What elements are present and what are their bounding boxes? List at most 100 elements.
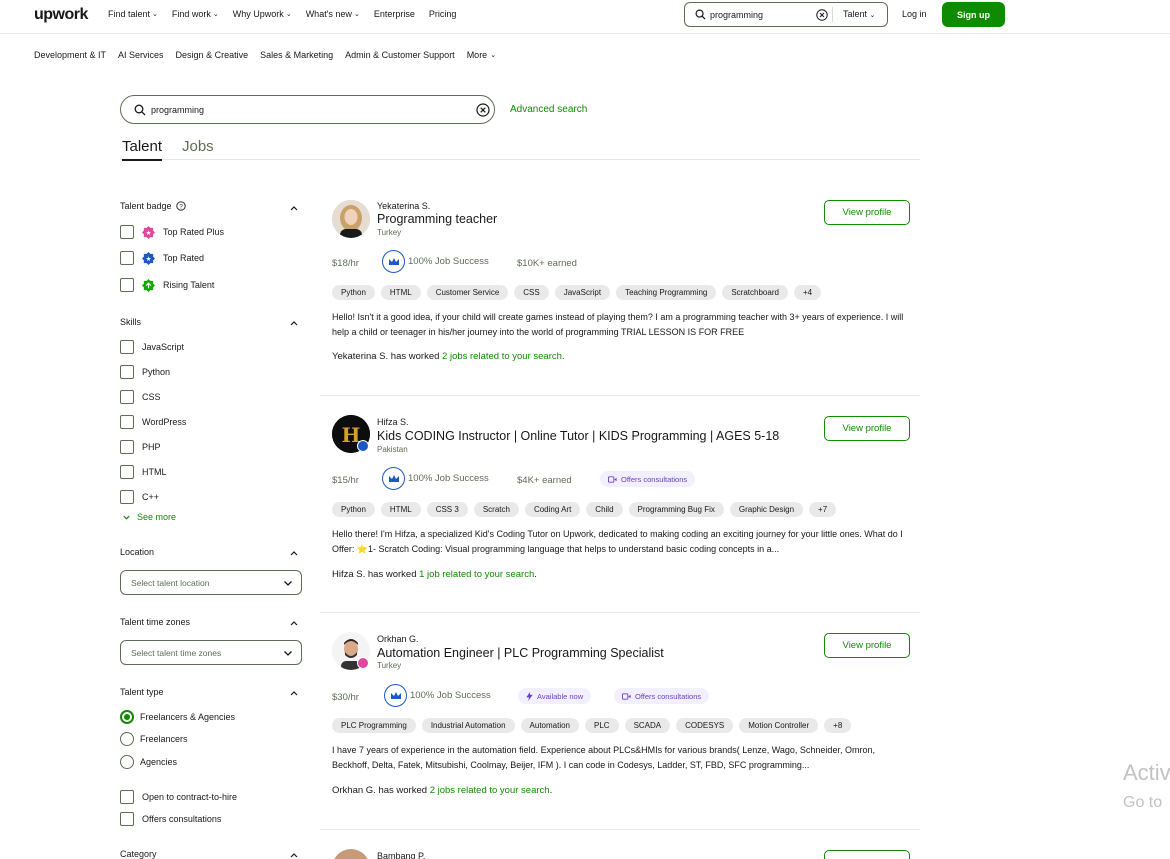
- skill-tag[interactable]: Automation: [520, 718, 579, 733]
- collapse-caret-icon[interactable]: [289, 850, 299, 859]
- radio-button-selected[interactable]: [120, 710, 134, 724]
- skill-tag[interactable]: HTML: [380, 502, 421, 517]
- skill-option[interactable]: CSS: [120, 390, 161, 404]
- skill-tag[interactable]: Python: [332, 285, 375, 300]
- freelancer-card[interactable]: Orkhan G. Automation Engineer | PLC Prog…: [320, 613, 920, 830]
- clear-search-icon[interactable]: [816, 9, 828, 21]
- skill-tag[interactable]: PLC: [585, 718, 619, 733]
- skill-tag[interactable]: SCADA: [624, 718, 671, 733]
- upwork-logo[interactable]: upwork: [34, 6, 88, 24]
- tab-jobs[interactable]: Jobs: [182, 138, 214, 159]
- more-skills-tag[interactable]: +4: [793, 285, 822, 300]
- skill-option[interactable]: PHP: [120, 440, 161, 454]
- related-jobs-link[interactable]: 2 jobs related to your search: [442, 351, 562, 362]
- skill-tag[interactable]: Coding Art: [524, 502, 581, 517]
- badge-option-top-rated[interactable]: ★ Top Rated: [120, 251, 204, 265]
- freelancer-title[interactable]: Programming teacher: [377, 212, 497, 226]
- see-more-skills-link[interactable]: See more: [122, 512, 176, 522]
- checkbox[interactable]: [120, 390, 134, 404]
- checkbox[interactable]: [120, 440, 134, 454]
- checkbox[interactable]: [120, 812, 134, 826]
- badge-option-top-rated-plus[interactable]: ★ Top Rated Plus: [120, 225, 224, 239]
- subnav-ai-services[interactable]: AI Services: [118, 50, 164, 60]
- freelancer-name[interactable]: Yekaterina S.: [377, 201, 430, 211]
- contract-to-hire-option[interactable]: Open to contract-to-hire: [120, 790, 237, 804]
- skill-tag[interactable]: Graphic Design: [729, 502, 804, 517]
- freelancer-title[interactable]: Kids CODING Instructor | Online Tutor | …: [377, 429, 779, 443]
- skill-tag[interactable]: Customer Service: [426, 285, 509, 300]
- skill-option[interactable]: WordPress: [120, 415, 186, 429]
- skill-tag[interactable]: Python: [332, 502, 375, 517]
- checkbox[interactable]: [120, 278, 134, 292]
- skill-tag[interactable]: Programming Bug Fix: [628, 502, 724, 517]
- collapse-caret-icon[interactable]: [289, 203, 299, 213]
- more-skills-tag[interactable]: +7: [809, 502, 837, 517]
- skill-tag[interactable]: Teaching Programming: [616, 285, 717, 300]
- collapse-caret-icon[interactable]: [289, 688, 299, 698]
- more-skills-tag[interactable]: +8: [824, 718, 852, 733]
- freelancer-card[interactable]: Yekaterina S. Programming teacher Turkey…: [320, 178, 920, 396]
- header-search-input[interactable]: programming: [710, 10, 810, 20]
- talent-type-option[interactable]: Freelancers & Agencies: [120, 710, 235, 724]
- skill-tag[interactable]: JavaScript: [554, 285, 611, 300]
- skill-tag[interactable]: Industrial Automation: [421, 718, 515, 733]
- freelancer-card[interactable]: Bambang P.: [320, 830, 920, 859]
- collapse-caret-icon[interactable]: [289, 318, 299, 328]
- main-search-box[interactable]: programming: [120, 95, 495, 124]
- freelancer-name[interactable]: Orkhan G.: [377, 634, 419, 644]
- freelancer-title[interactable]: Automation Engineer | PLC Programming Sp…: [377, 646, 664, 660]
- freelancer-name[interactable]: Hifza S.: [377, 417, 409, 427]
- subnav-admin-support[interactable]: Admin & Customer Support: [345, 50, 455, 60]
- skill-option[interactable]: Python: [120, 365, 170, 379]
- clear-search-icon[interactable]: [476, 103, 490, 117]
- main-search-input[interactable]: programming: [151, 105, 204, 115]
- login-link[interactable]: Log in: [902, 9, 927, 19]
- collapse-caret-icon[interactable]: [289, 618, 299, 628]
- signup-button[interactable]: Sign up: [942, 2, 1005, 27]
- subnav-more[interactable]: More ⌄: [467, 50, 496, 60]
- skill-tag[interactable]: CODESYS: [676, 718, 734, 733]
- skill-tag[interactable]: Scratchboard: [722, 285, 788, 300]
- checkbox[interactable]: [120, 365, 134, 379]
- skill-tag[interactable]: Motion Controller: [739, 718, 819, 733]
- checkbox[interactable]: [120, 225, 134, 239]
- related-jobs-link[interactable]: 2 jobs related to your search: [430, 785, 550, 796]
- view-profile-button[interactable]: [824, 850, 910, 859]
- subnav-design-creative[interactable]: Design & Creative: [176, 50, 249, 60]
- skill-option[interactable]: JavaScript: [120, 340, 184, 354]
- subnav-sales-marketing[interactable]: Sales & Marketing: [260, 50, 333, 60]
- skill-tag[interactable]: CSS: [514, 285, 549, 300]
- skill-tag[interactable]: Scratch: [473, 502, 519, 517]
- skill-tag[interactable]: Child: [586, 502, 623, 517]
- time-zones-select[interactable]: Select talent time zones: [120, 640, 302, 665]
- search-scope-dropdown[interactable]: Talent ⌄: [843, 9, 875, 19]
- badge-option-rising-talent[interactable]: Rising Talent: [120, 278, 214, 292]
- view-profile-button[interactable]: View profile: [824, 633, 910, 658]
- checkbox[interactable]: [120, 251, 134, 265]
- tab-talent[interactable]: Talent: [122, 138, 163, 161]
- checkbox[interactable]: [120, 415, 134, 429]
- checkbox[interactable]: [120, 490, 134, 504]
- checkbox[interactable]: [120, 790, 134, 804]
- nav-pricing[interactable]: Pricing: [429, 9, 457, 19]
- nav-find-talent[interactable]: Find talent ⌄: [108, 9, 158, 19]
- checkbox[interactable]: [120, 340, 134, 354]
- offers-consultations-option[interactable]: Offers consultations: [120, 812, 221, 826]
- avatar[interactable]: [332, 200, 370, 238]
- freelancer-name[interactable]: Bambang P.: [377, 851, 425, 859]
- help-icon[interactable]: ?: [175, 201, 186, 211]
- radio-button[interactable]: [120, 732, 134, 746]
- skill-tag[interactable]: PLC Programming: [332, 718, 416, 733]
- skill-option[interactable]: C++: [120, 490, 159, 504]
- collapse-caret-icon[interactable]: [289, 548, 299, 558]
- skill-option[interactable]: HTML: [120, 465, 167, 479]
- talent-type-option[interactable]: Freelancers: [120, 732, 188, 746]
- checkbox[interactable]: [120, 465, 134, 479]
- related-jobs-link[interactable]: 1 job related to your search: [419, 569, 534, 580]
- freelancer-card[interactable]: H Hifza S. Kids CODING Instructor | Onli…: [320, 396, 920, 613]
- advanced-search-link[interactable]: Advanced search: [510, 104, 587, 115]
- talent-type-option[interactable]: Agencies: [120, 755, 177, 769]
- view-profile-button[interactable]: View profile: [824, 416, 910, 441]
- view-profile-button[interactable]: View profile: [824, 200, 910, 225]
- subnav-development-it[interactable]: Development & IT: [34, 50, 106, 60]
